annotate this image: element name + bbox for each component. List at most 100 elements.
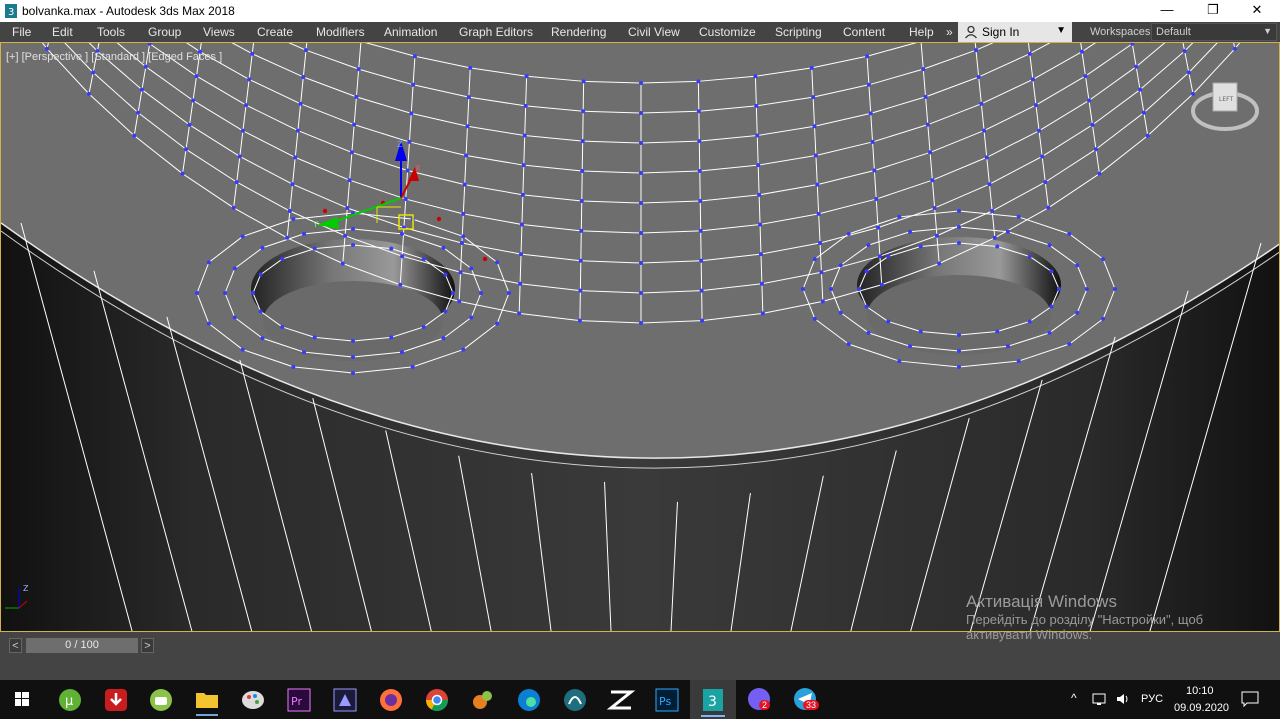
watermark-line2: активувати Windows.	[966, 627, 1093, 642]
3dsmax-icon[interactable]: 3	[693, 682, 733, 717]
menu-animation[interactable]: Animation	[384, 25, 437, 39]
mesh-vertex	[801, 287, 805, 291]
mesh-vertex	[864, 269, 869, 274]
game-icon[interactable]	[463, 682, 503, 717]
mesh-vertex	[700, 318, 705, 323]
mesh-vertex	[984, 155, 989, 160]
telegram-badge: 33	[803, 700, 820, 710]
mesh-vertex	[91, 70, 96, 75]
premiere-icon[interactable]: Pr	[279, 682, 319, 717]
mesh-vertex	[846, 231, 851, 236]
notification-icon[interactable]	[1241, 691, 1259, 707]
edge-icon[interactable]	[509, 682, 549, 717]
mesh-vertex	[411, 82, 416, 87]
menu-rendering[interactable]: Rendering	[551, 25, 606, 39]
mesh-vertex	[1046, 205, 1051, 210]
android-icon[interactable]	[141, 682, 181, 717]
timeline-prev-button[interactable]: <	[9, 638, 22, 653]
mesh-vertex	[1027, 254, 1032, 259]
mesh-vertex	[758, 252, 763, 257]
file-explorer-icon[interactable]	[187, 682, 227, 717]
mesh-vertex	[293, 155, 298, 160]
mesh-vertex	[519, 222, 524, 227]
restore-button[interactable]: ❐	[1190, 0, 1236, 22]
viewport-label[interactable]: [+] [Perspective ] [Standard ] [Edged Fa…	[6, 51, 222, 63]
menu-edit[interactable]: Edit	[52, 25, 73, 39]
menu-help[interactable]: Help	[909, 25, 934, 39]
paint-icon[interactable]	[233, 682, 273, 717]
viewport-scene[interactable]: Z X Y Z	[1, 43, 1280, 632]
mesh-vertex	[957, 349, 961, 353]
mesh-vertex	[1033, 103, 1038, 108]
menu-modifiers[interactable]: Modifiers	[316, 25, 365, 39]
mesh-vertex	[523, 103, 528, 108]
mesh-vertex	[1049, 304, 1054, 309]
viber-badge: 2	[759, 700, 771, 710]
after-effects-icon[interactable]	[325, 682, 365, 717]
menu-overflow-button[interactable]: »	[946, 25, 953, 39]
mesh-vertex	[1145, 133, 1150, 138]
timeline-next-button[interactable]: >	[141, 638, 154, 653]
perspective-viewport[interactable]: [+] [Perspective ] [Standard ] [Edged Fa…	[0, 42, 1280, 632]
network-icon[interactable]	[1092, 692, 1110, 706]
menu-content[interactable]: Content	[843, 25, 885, 39]
mesh-vertex	[639, 81, 643, 85]
menu-file[interactable]: File	[12, 25, 31, 39]
menu-graph-editors[interactable]: Graph Editors	[459, 25, 533, 39]
mesh-vertex	[443, 309, 448, 314]
menu-customize[interactable]: Customize	[699, 25, 756, 39]
clock-date[interactable]: 09.09.2020	[1174, 702, 1229, 714]
mesh-vertex	[399, 231, 404, 236]
language-indicator[interactable]: РУС	[1141, 693, 1163, 705]
right-hole-floor	[867, 275, 1051, 355]
mesh-vertex	[389, 335, 394, 340]
mesh-vertex	[231, 205, 236, 210]
mesh-vertex	[389, 246, 394, 251]
close-button[interactable]: ✕	[1234, 0, 1280, 22]
sign-in-dropdown[interactable]: Sign In ▼	[958, 22, 1072, 42]
mesh-vertex	[247, 77, 252, 82]
tray-chevron-up-icon[interactable]: ^	[1071, 691, 1077, 705]
workspaces-select[interactable]: Default ▼	[1151, 23, 1277, 41]
mesh-vertex	[495, 260, 500, 265]
menu-group[interactable]: Group	[148, 25, 181, 39]
mesh-vertex	[579, 198, 584, 203]
photoshop-icon[interactable]: Ps	[647, 682, 687, 717]
mesh-vertex	[302, 350, 307, 355]
zbrush-icon[interactable]	[601, 682, 641, 717]
viewcube-widget[interactable]: LEFT	[1191, 73, 1259, 141]
minimize-button[interactable]: —	[1144, 0, 1190, 22]
mesh-vertex	[466, 95, 471, 100]
menu-tools[interactable]: Tools	[97, 25, 125, 39]
mesh-vertex	[356, 67, 361, 72]
mesh-vertex	[250, 51, 255, 56]
chrome-icon[interactable]	[417, 682, 457, 717]
mesh-vertex	[312, 246, 317, 251]
windows-start-icon[interactable]	[2, 682, 42, 717]
menu-views[interactable]: Views	[203, 25, 235, 39]
viber-icon[interactable]	[739, 682, 779, 717]
menu-civil-view[interactable]: Civil View	[628, 25, 680, 39]
mesh-vertex	[479, 291, 483, 295]
clock-time[interactable]: 10:10	[1186, 685, 1214, 697]
mesh-vertex	[1101, 316, 1106, 321]
utorrent-icon[interactable]: µ	[50, 682, 90, 717]
app-icon[interactable]	[555, 682, 595, 717]
time-slider[interactable]: 0 / 100	[26, 638, 138, 653]
firefox-icon[interactable]	[371, 682, 411, 717]
mesh-vertex	[838, 263, 843, 268]
mesh-vertex	[407, 139, 412, 144]
mesh-vertex	[908, 229, 913, 234]
mesh-vertex	[820, 299, 825, 304]
mesh-vertex	[136, 110, 141, 115]
world-axis-label-z: Z	[23, 584, 29, 593]
mesh-vertex	[696, 79, 701, 84]
download-icon[interactable]	[96, 682, 136, 717]
mesh-vertex	[495, 321, 500, 326]
mesh-vertex	[809, 65, 814, 70]
mesh-vertex	[291, 364, 296, 369]
menu-create[interactable]: Create	[257, 25, 293, 39]
selected-vertex	[482, 256, 488, 262]
volume-icon[interactable]	[1115, 692, 1131, 706]
menu-scripting[interactable]: Scripting	[775, 25, 822, 39]
